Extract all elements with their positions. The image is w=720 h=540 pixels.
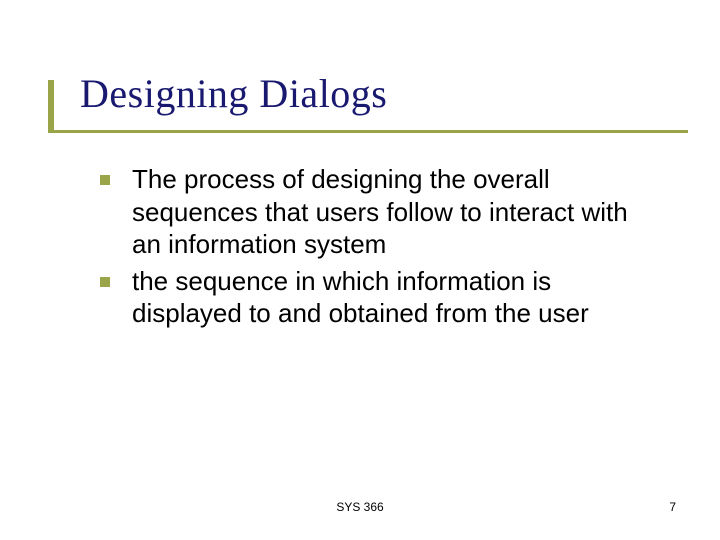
content-area: The process of designing the overall seq… [100, 163, 660, 330]
title-area: Designing Dialogs [80, 70, 680, 127]
title-accent-bar [48, 80, 54, 132]
list-item: the sequence in which information is dis… [100, 265, 660, 330]
bullet-text: the sequence in which information is dis… [132, 265, 660, 330]
title-underline [48, 130, 688, 133]
square-bullet-icon [100, 277, 110, 287]
bullet-text: The process of designing the overall seq… [132, 163, 660, 261]
slide: Designing Dialogs The process of designi… [0, 0, 720, 540]
slide-title: Designing Dialogs [80, 70, 680, 127]
list-item: The process of designing the overall seq… [100, 163, 660, 261]
page-number: 7 [669, 500, 676, 514]
square-bullet-icon [100, 175, 110, 185]
footer-course-code: SYS 366 [0, 500, 720, 514]
